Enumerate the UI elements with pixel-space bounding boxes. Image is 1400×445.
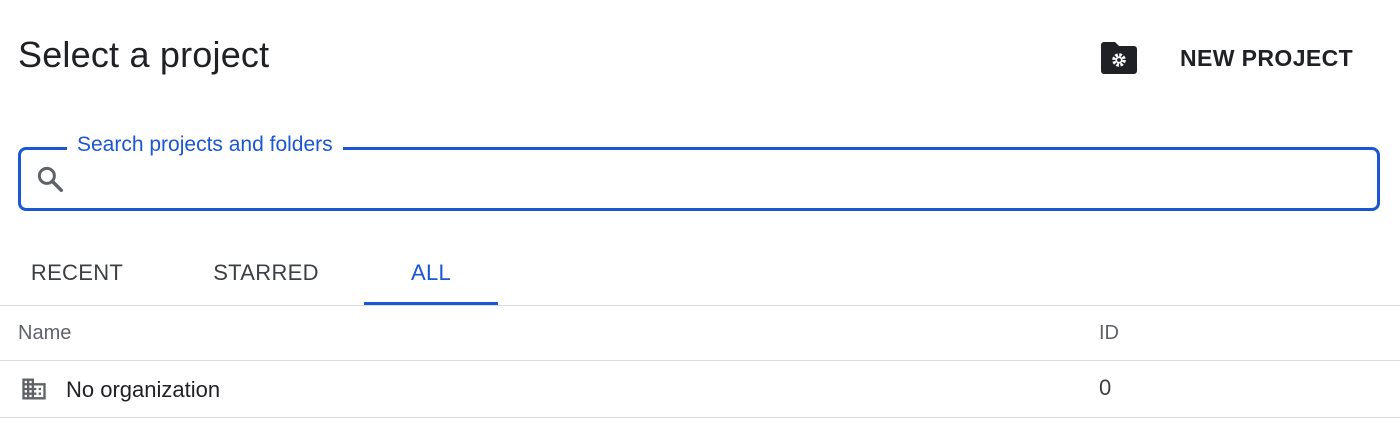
tab-all[interactable]: ALL — [364, 240, 498, 306]
column-header-id[interactable]: ID — [1099, 322, 1119, 345]
tab-recent[interactable]: RECENT — [0, 240, 154, 306]
select-project-dialog: Select a project NEW PROJECT Search proj… — [0, 0, 1400, 445]
tab-starred[interactable]: STARRED — [182, 240, 350, 306]
new-project-button[interactable]: NEW PROJECT — [1164, 38, 1369, 78]
column-header-name[interactable]: Name — [18, 322, 71, 345]
row-name: No organization — [66, 377, 221, 402]
folder-gear-icon — [1101, 42, 1137, 74]
table-row[interactable]: No organization 0 — [0, 362, 1400, 418]
table-header: Name ID — [0, 306, 1400, 361]
organization-building-icon — [22, 378, 46, 400]
row-id: 0 — [1099, 375, 1112, 400]
search-icon — [37, 166, 63, 192]
dialog-title: Select a project — [18, 34, 270, 75]
folder-settings-button[interactable] — [1096, 38, 1142, 78]
search-input[interactable] — [77, 158, 1367, 200]
search-label: Search projects and folders — [67, 132, 343, 158]
tab-bar: RECENT STARRED ALL — [0, 240, 1400, 306]
search-field[interactable]: Search projects and folders — [18, 132, 1380, 211]
